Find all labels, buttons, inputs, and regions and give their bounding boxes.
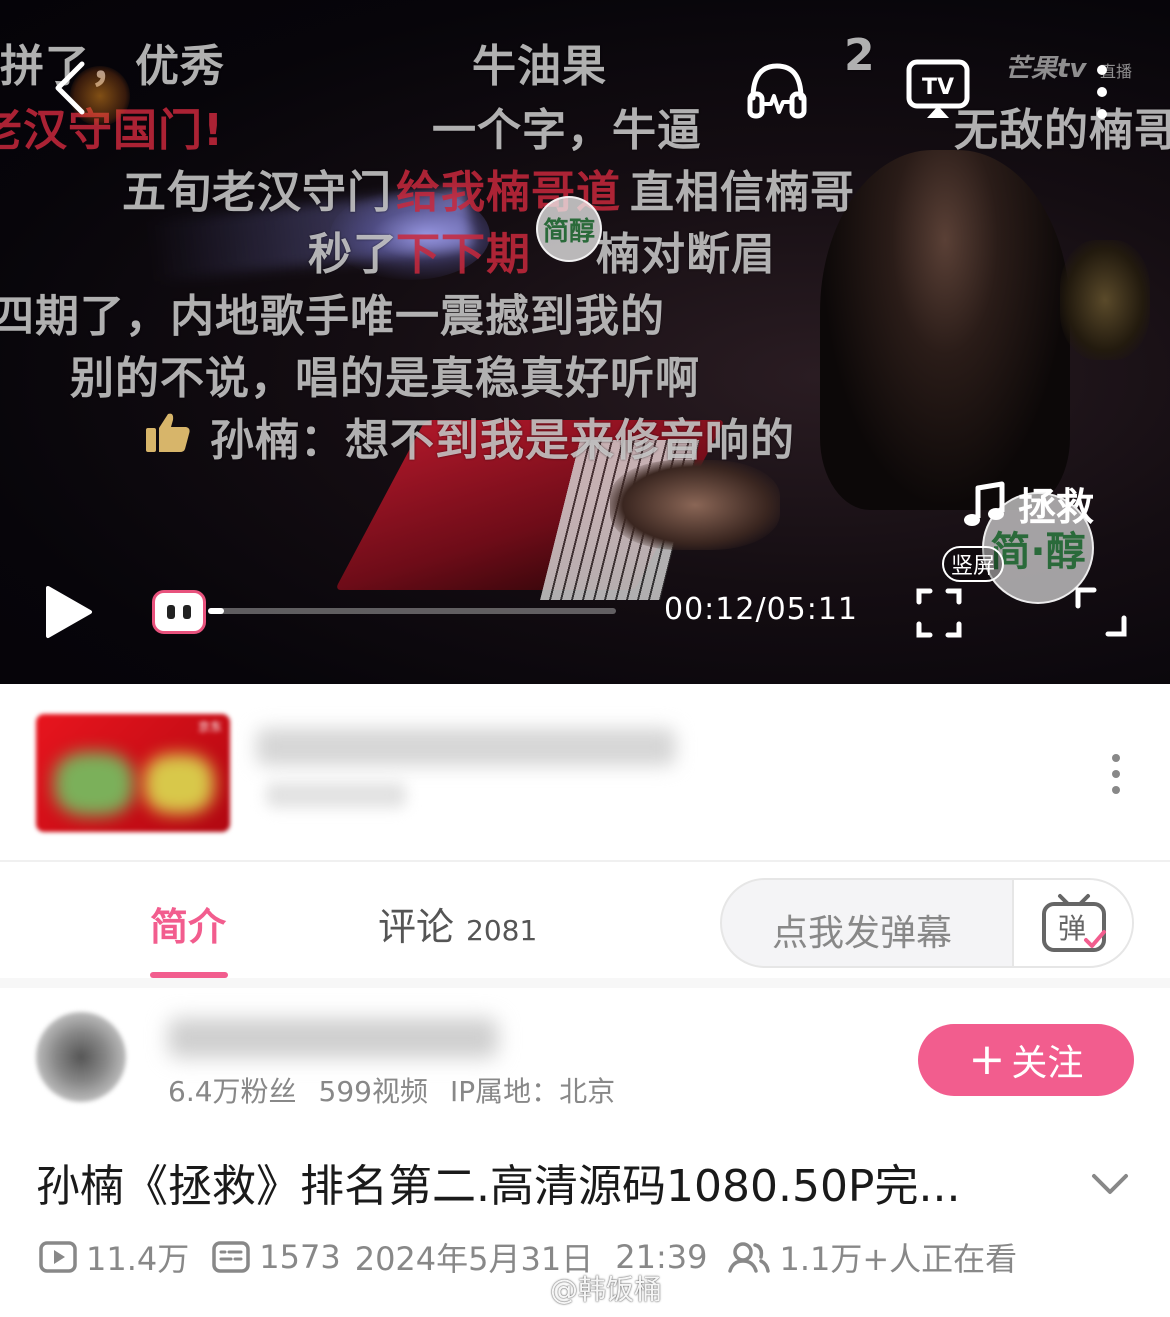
danmaku-item: 下下期 [396, 229, 531, 280]
vertical-screen-button[interactable]: 竖屏 [942, 546, 1004, 582]
tab-bar: 简介 评论 2081 点我发弹幕 弹 [0, 862, 1170, 978]
tab-comments-label: 评论 [378, 905, 455, 949]
danmaku-item: 一个字，牛逼 [432, 105, 702, 156]
danmaku-item: 五旬老汉守门 [122, 167, 392, 218]
danmaku-item: 孙楠：想不到我是来修音响的 [210, 415, 795, 466]
thumbs-up-icon [144, 410, 192, 458]
pianist-hands [610, 460, 780, 550]
video-title: 孙楠《拯救》排名第二.高清源码1080.50P完... [36, 1161, 961, 1212]
tab-intro[interactable]: 简介 [150, 896, 226, 951]
fullscreen-icon[interactable] [1074, 586, 1128, 638]
danmaku-item: 秒了 [308, 229, 398, 280]
pianist-figure [820, 150, 1070, 510]
play-icon[interactable] [44, 584, 94, 640]
song-tag[interactable]: 拯救 [962, 476, 1094, 531]
danmaku-toggle[interactable] [152, 590, 206, 634]
weibo-handle: @韩饭桶 [550, 1273, 663, 1306]
music-note-icon [964, 481, 1005, 526]
section-divider [0, 978, 1170, 988]
audio-mode-icon[interactable] [745, 58, 809, 122]
plus-icon: + [968, 1034, 1006, 1085]
svg-text:TV: TV [922, 75, 954, 100]
watching-users-icon [728, 1242, 771, 1273]
song-name: 拯救 [1018, 485, 1095, 529]
channel-logo: 芒果tv [1005, 54, 1087, 84]
danmaku-tv-icon: 弹 [1042, 894, 1106, 952]
video-detail-page: 拼了，优秀 牛油果 2 老汉守国门! 一个字，牛逼 无敌的楠哥 五旬老汉守门 给… [0, 0, 1170, 1317]
ip-location: IP属地：北京 [449, 1075, 616, 1108]
progress-fill [208, 608, 224, 614]
ad-thumbnail[interactable]: 京东 [36, 714, 230, 832]
playback-time: 00:12/05:11 [664, 592, 859, 627]
weibo-icon [501, 1274, 542, 1305]
chevron-down-icon[interactable] [1090, 1170, 1130, 1198]
views-count: 11.4万 [86, 1240, 190, 1278]
back-icon[interactable] [42, 58, 102, 118]
comments-count: 2081 [466, 914, 538, 947]
weibo-watermark: @韩饭桶 [500, 1268, 662, 1308]
danmaku-settings-button[interactable]: 弹 [1012, 880, 1132, 966]
watching-count: 1.1万+人正在看 [779, 1240, 1018, 1278]
videos-count: 599视频 [318, 1075, 428, 1108]
progress-bar[interactable] [208, 608, 616, 614]
uploader-stats: 6.4万粉丝 599视频 IP属地：北京 [168, 1070, 615, 1110]
danmaku-item: 直相信楠哥 [630, 167, 855, 218]
more-vertical-icon[interactable] [1092, 62, 1112, 122]
screenshot-icon[interactable] [916, 588, 962, 638]
play-count-icon [39, 1241, 77, 1273]
saxophone-player [1060, 240, 1150, 360]
danmaku-item: 牛油果 [472, 41, 607, 92]
sponsor-watermark: 简醇 [536, 196, 602, 262]
danmaku-count-icon [212, 1241, 251, 1273]
ad-title-blurred [256, 728, 676, 766]
tv-cast-icon[interactable]: TV [905, 58, 971, 122]
ad-brand-tag: 京东 [197, 720, 222, 734]
fans-count: 6.4万粉丝 [168, 1075, 297, 1108]
follow-label: 关注 [1011, 1043, 1084, 1084]
avatar[interactable] [36, 1012, 126, 1102]
follow-button[interactable]: + 关注 [918, 1024, 1134, 1096]
ad-subtitle-blurred [266, 782, 406, 808]
uploader-name-blurred[interactable] [168, 1018, 498, 1058]
danmaku-item: 无敌的楠哥 [954, 105, 1170, 156]
danmaku-item: 2 [844, 30, 876, 81]
danmaku-input[interactable]: 点我发弹幕 弹 [720, 878, 1134, 968]
ad-banner[interactable]: 京东 [0, 684, 1170, 862]
danmaku-count: 1573 [259, 1238, 341, 1276]
danmaku-item: 楠对断眉 [596, 229, 776, 280]
danmaku-item: 别的不说，唱的是真稳真好听啊 [70, 353, 700, 404]
video-player[interactable]: 拼了，优秀 牛油果 2 老汉守国门! 一个字，牛逼 无敌的楠哥 五旬老汉守门 给… [0, 0, 1170, 684]
svg-text:弹: 弹 [1058, 912, 1086, 945]
ad-more-icon[interactable] [1108, 752, 1124, 796]
tab-comments[interactable]: 评论 2081 [378, 896, 537, 951]
danmaku-placeholder: 点我发弹幕 [772, 913, 953, 954]
danmaku-item: 四期了，内地歌手唯一震撼到我的 [0, 291, 665, 342]
